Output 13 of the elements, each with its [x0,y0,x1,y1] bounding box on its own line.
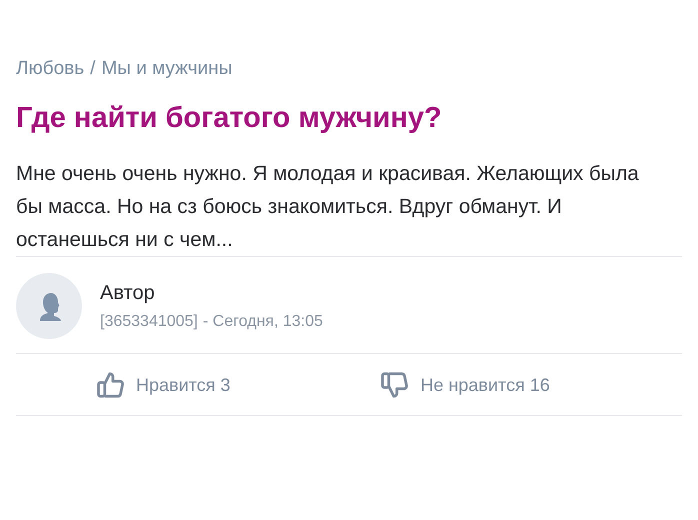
thumbs-up-icon [96,370,126,400]
breadcrumb-separator: / [90,58,96,80]
author-name: Автор [100,282,156,304]
like-button[interactable]: Нравится 3 [96,366,230,404]
dislike-button[interactable]: Не нравится 16 [380,366,550,404]
avatar-icon [16,273,82,339]
breadcrumb-link[interactable]: Любовь [16,58,84,80]
question-text: Мне очень очень нужно. Я молодая и красивая. Желающих была бы масса. Но на сз боюсь знакомиться. Вдруг обманут. И останешься ни с чем... [16,161,640,253]
breadcrumb-link[interactable]: Мы и мужчины [101,58,232,80]
question-title: Где найти богатого мужчину? [16,102,443,135]
thumbs-down-icon [380,370,410,400]
post-time: - Сегодня, 13:05 [202,312,323,330]
author-id: [3653341005] [100,312,198,330]
